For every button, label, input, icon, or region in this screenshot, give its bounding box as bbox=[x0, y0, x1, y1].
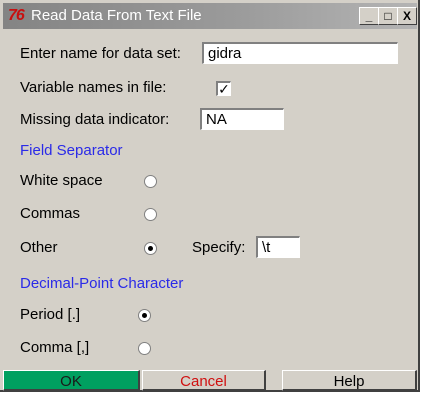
dataset-name-input[interactable]: gidra bbox=[202, 42, 398, 64]
whitespace-radio[interactable] bbox=[144, 175, 157, 188]
close-button[interactable]: X bbox=[397, 7, 417, 25]
app-logo-icon: 76 bbox=[8, 7, 25, 24]
specify-separator-input[interactable]: \t bbox=[256, 236, 300, 258]
varnames-label: Variable names in file: bbox=[20, 79, 167, 96]
missing-label: Missing data indicator: bbox=[20, 111, 170, 128]
commas-radio[interactable] bbox=[144, 208, 157, 221]
help-button[interactable]: Help bbox=[282, 370, 417, 391]
dialog-window: 76 Read Data From Text File _ □ X Enter … bbox=[0, 0, 420, 392]
title-bar[interactable]: 76 Read Data From Text File _ □ X bbox=[3, 3, 417, 29]
comma-label: Comma [,] bbox=[20, 339, 90, 356]
decimal-point-title: Decimal-Point Character bbox=[20, 275, 184, 292]
commas-label: Commas bbox=[20, 205, 81, 222]
comma-radio[interactable] bbox=[138, 342, 151, 355]
specify-label: Specify: bbox=[192, 239, 246, 256]
whitespace-label: White space bbox=[20, 172, 103, 189]
other-label: Other bbox=[20, 239, 58, 256]
missing-indicator-input[interactable]: NA bbox=[200, 108, 284, 130]
period-radio[interactable] bbox=[138, 309, 151, 322]
field-separator-title: Field Separator bbox=[20, 142, 123, 159]
period-label: Period [.] bbox=[20, 306, 81, 323]
dataset-label: Enter name for data set: bbox=[20, 45, 181, 62]
ok-button[interactable]: OK bbox=[3, 370, 140, 391]
maximize-button[interactable]: □ bbox=[378, 7, 398, 25]
minimize-button[interactable]: _ bbox=[359, 7, 379, 25]
window-title: Read Data From Text File bbox=[31, 7, 202, 24]
cancel-button[interactable]: Cancel bbox=[142, 370, 266, 391]
other-radio[interactable] bbox=[144, 242, 157, 255]
varnames-checkbox[interactable]: ✓ bbox=[216, 81, 231, 96]
